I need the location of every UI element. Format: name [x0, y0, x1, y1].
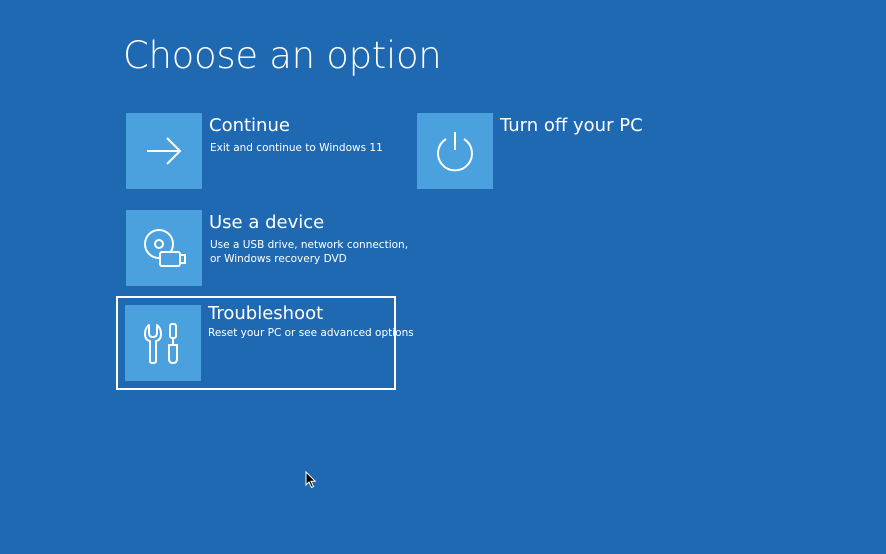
troubleshoot-tile: [125, 305, 201, 381]
troubleshoot-description-line: Reset your PC or see advanced options: [208, 327, 414, 339]
continue-description-line: Exit and continue to Windows 11: [210, 142, 383, 154]
tools-icon: [144, 323, 178, 364]
use-a-device-label: Use a device: [209, 212, 325, 233]
power-icon: [437, 132, 473, 172]
usb-device-icon: [144, 229, 186, 267]
use-a-device-tile: [126, 210, 202, 286]
mouse-cursor-icon: [305, 471, 317, 489]
turn-off-pc-tile: [417, 113, 493, 189]
page-title: Choose an option: [123, 34, 442, 77]
continue-description: Exit and continue to Windows 11: [210, 141, 396, 155]
turn-off-pc-option[interactable]: Turn off your PC: [409, 105, 689, 198]
troubleshoot-description: Reset your PC or see advanced options: [208, 326, 414, 340]
continue-option[interactable]: Continue Exit and continue to Windows 11: [118, 105, 398, 198]
turn-off-pc-label: Turn off your PC: [500, 115, 643, 136]
troubleshoot-option[interactable]: Troubleshoot Reset your PC or see advanc…: [116, 296, 414, 390]
use-a-device-description: Use a USB drive, network connection, or …: [210, 238, 409, 266]
use-a-device-option[interactable]: Use a device Use a USB drive, network co…: [118, 202, 409, 295]
troubleshoot-label: Troubleshoot: [208, 303, 324, 324]
continue-label: Continue: [209, 115, 290, 136]
use-a-device-description-line-2: or Windows recovery DVD: [210, 253, 347, 265]
use-a-device-description-line-1: Use a USB drive, network connection,: [210, 239, 409, 251]
continue-tile: [126, 113, 202, 189]
arrow-right-icon: [147, 137, 182, 165]
